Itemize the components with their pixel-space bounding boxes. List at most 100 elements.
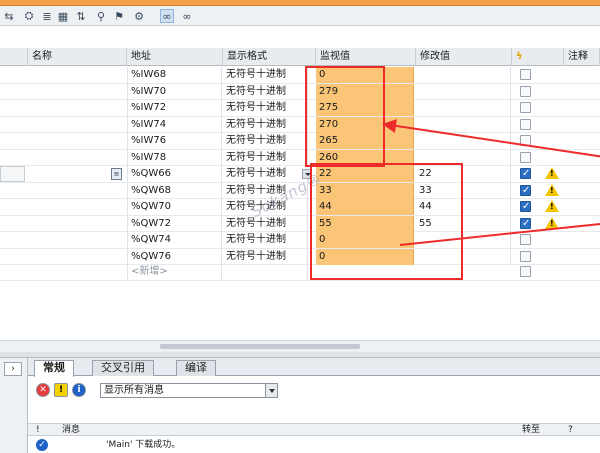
display-format-icon[interactable]: ⛭ [22, 9, 36, 23]
format-cell[interactable]: 无符号十进制 [223, 248, 308, 265]
monitor-once-icon[interactable]: ∞ [180, 9, 194, 23]
modify-checkbox[interactable] [520, 85, 531, 97]
address-cell[interactable]: %QW72 [127, 215, 222, 232]
table-icon[interactable]: ▦ [56, 9, 70, 23]
header-monitor: 监视值 [316, 48, 416, 66]
force-icon[interactable]: ⚑ [112, 9, 126, 23]
modify-checkbox-cell[interactable] [520, 84, 534, 100]
address-cell[interactable]: %IW72 [127, 100, 222, 116]
modify-checkbox[interactable] [520, 102, 531, 113]
sort-icon[interactable]: ⇅ [74, 9, 88, 23]
modify-checkbox[interactable] [520, 135, 531, 146]
table-row[interactable]: %QW70 无符号十进制 44 44 [0, 199, 600, 216]
address-cell[interactable]: %IW76 [127, 133, 222, 149]
format-cell[interactable]: 无符号十进制 [223, 232, 308, 248]
modify-value-cell[interactable] [416, 149, 511, 166]
chevron-down-icon[interactable] [265, 384, 277, 397]
row-icon[interactable]: ≡ [111, 168, 122, 180]
monitor-value-cell: 55 [316, 215, 414, 232]
table-row[interactable]: %IW72 无符号十进制 275 [0, 100, 600, 117]
format-cell[interactable]: 无符号十进制 [223, 133, 308, 149]
toolbar: ⇆ ⛭ ≣ ▦ ⇅ ⚲ ⚑ ⚙ ∞ ∞ [0, 6, 600, 26]
modify-checkbox[interactable] [520, 183, 531, 199]
modify-value-cell[interactable]: 55 [416, 215, 511, 232]
modify-icon[interactable]: ⚲ [94, 9, 108, 23]
modify-value-cell[interactable] [416, 83, 511, 100]
monitor-all-icon[interactable]: ∞ [160, 9, 174, 23]
address-cell[interactable]: %QW74 [127, 232, 222, 248]
table-row[interactable]: %IW74 无符号十进制 270 [0, 116, 600, 133]
modify-value-cell[interactable]: 33 [416, 182, 511, 199]
insert-row-icon[interactable]: ≣ [40, 9, 54, 23]
tab-general[interactable]: 常规 [34, 360, 74, 377]
table-row[interactable]: %QW72 无符号十进制 55 55 [0, 215, 600, 232]
left-panel: › [0, 358, 28, 453]
modify-value-cell[interactable] [416, 232, 511, 248]
error-filter-icon[interactable]: ✕ [36, 383, 50, 397]
modify-checkbox-cell[interactable] [520, 216, 534, 232]
modify-checkbox-cell[interactable] [520, 150, 534, 166]
address-cell[interactable]: %QW68 [127, 182, 222, 199]
address-cell[interactable]: %IW70 [127, 83, 222, 100]
format-cell[interactable]: 无符号十进制 [223, 215, 308, 232]
message-filter-select[interactable]: 显示所有消息 [100, 383, 278, 398]
modify-value-cell[interactable] [416, 248, 511, 265]
trigger-icon[interactable]: ⚙ [132, 9, 146, 23]
table-row[interactable]: %IW68 无符号十进制 0 [0, 67, 600, 84]
modify-value-cell[interactable]: 22 [416, 166, 511, 182]
monitor-icon[interactable]: ⇆ [2, 9, 16, 23]
modify-checkbox[interactable] [520, 250, 531, 262]
modify-checkbox-cell[interactable] [520, 67, 534, 83]
table-row[interactable]: %QW74 无符号十进制 0 [0, 232, 600, 249]
modify-checkbox-cell[interactable] [520, 100, 534, 116]
table-row[interactable]: %IW76 无符号十进制 265 [0, 133, 600, 150]
address-cell[interactable]: %QW70 [127, 199, 222, 215]
row-selector[interactable] [0, 166, 25, 182]
address-cell[interactable]: %QW76 [127, 248, 222, 265]
modify-checkbox[interactable] [520, 151, 531, 163]
table-row[interactable]: %QW76 无符号十进制 0 [0, 248, 600, 265]
info-filter-icon[interactable]: i [72, 383, 86, 397]
modify-checkbox[interactable] [520, 199, 531, 215]
message-row[interactable]: ✓ 'Main' 下载成功。 [28, 437, 600, 453]
modify-checkbox[interactable] [520, 118, 531, 130]
format-cell[interactable]: 无符号十进制 [223, 149, 308, 166]
table-row[interactable]: %IW70 无符号十进制 279 [0, 83, 600, 100]
modify-checkbox[interactable] [520, 166, 531, 182]
new-row-label[interactable]: <新增> [127, 264, 222, 280]
address-cell[interactable]: %QW66 [127, 166, 222, 182]
horizontal-scrollbar[interactable] [0, 340, 600, 352]
address-cell[interactable]: %IW68 [127, 67, 222, 83]
modify-value-cell[interactable]: 44 [416, 199, 511, 215]
format-cell[interactable]: 无符号十进制 [223, 100, 308, 116]
modify-checkbox-cell[interactable] [520, 199, 534, 215]
header-modify: 修改值 [416, 48, 512, 66]
tab-cross-reference[interactable]: 交叉引用 [92, 360, 154, 376]
modify-value-cell[interactable] [416, 100, 511, 116]
format-cell[interactable]: 无符号十进制 [223, 83, 308, 100]
modify-value-cell[interactable] [416, 133, 511, 149]
modify-checkbox-cell[interactable] [520, 166, 534, 182]
new-row[interactable]: <新增> [0, 264, 600, 281]
modify-value-cell[interactable] [416, 67, 511, 83]
address-cell[interactable]: %IW74 [127, 116, 222, 133]
modify-checkbox-cell[interactable] [520, 232, 534, 248]
modify-value-cell[interactable] [416, 116, 511, 133]
table-row[interactable]: %IW78 无符号十进制 260 [0, 149, 600, 166]
modify-checkbox-cell[interactable] [520, 133, 534, 149]
modify-checkbox[interactable] [520, 234, 531, 245]
modify-checkbox[interactable] [520, 216, 531, 232]
warning-filter-icon[interactable]: ! [54, 383, 68, 397]
header-modify-flag: ϟ [512, 48, 564, 66]
format-cell[interactable]: 无符号十进制 [223, 116, 308, 133]
new-row-checkbox[interactable] [520, 264, 534, 280]
modify-checkbox[interactable] [520, 69, 531, 80]
modify-checkbox-cell[interactable] [520, 117, 534, 133]
panel-expand-icon[interactable]: › [4, 362, 22, 376]
tab-compile[interactable]: 编译 [176, 360, 216, 376]
format-cell[interactable]: 无符号十进制 [223, 67, 308, 83]
modify-checkbox-cell[interactable] [520, 183, 534, 199]
address-cell[interactable]: %IW78 [127, 149, 222, 166]
scrollbar-thumb[interactable] [160, 344, 360, 349]
modify-checkbox-cell[interactable] [520, 249, 534, 265]
